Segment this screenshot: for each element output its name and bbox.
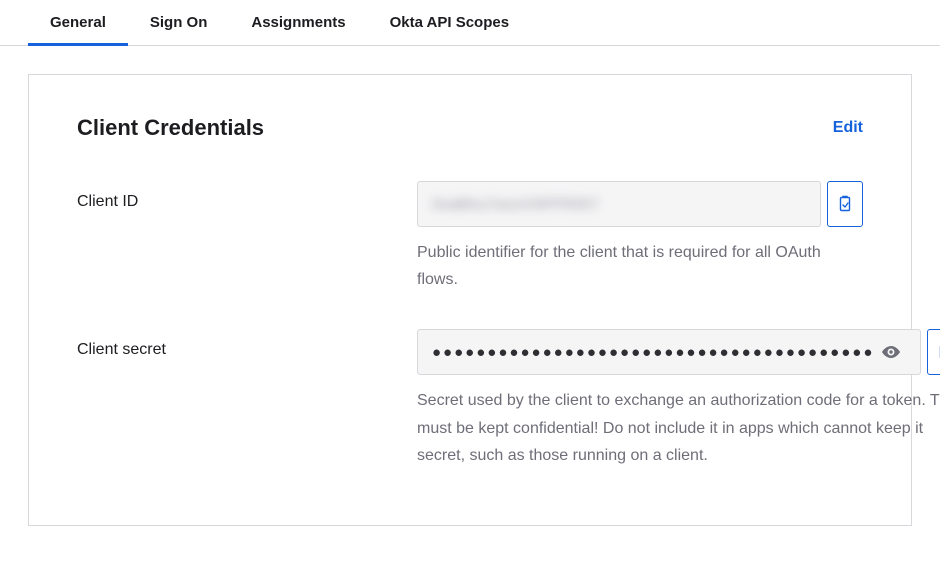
tab-general[interactable]: General [28,0,128,46]
panel-header: Client Credentials Edit [77,115,863,141]
panel-title: Client Credentials [77,115,264,141]
client-id-value: 0oaBlnu7wxoVNPPR0h7 [432,196,599,213]
client-id-copy-button[interactable] [827,181,863,227]
reveal-button[interactable] [874,346,906,358]
edit-button[interactable]: Edit [833,119,863,137]
client-secret-body: ●●●●●●●●●●●●●●●●●●●●●●●●●●●●●●●●●●●●●●●● [417,329,940,469]
client-credentials-panel: Client Credentials Edit Client ID 0oaBln… [28,74,912,526]
client-secret-label: Client secret [77,329,417,359]
client-id-row: Client ID 0oaBlnu7wxoVNPPR0h7 Public ide… [77,181,863,293]
tab-assignments[interactable]: Assignments [229,0,367,46]
client-id-label: Client ID [77,181,417,211]
tab-signon[interactable]: Sign On [128,0,230,46]
client-secret-help: Secret used by the client to exchange an… [417,387,940,469]
tabs-bar: General Sign On Assignments Okta API Sco… [0,0,940,46]
client-id-help: Public identifier for the client that is… [417,239,863,293]
client-id-input[interactable]: 0oaBlnu7wxoVNPPR0h7 [417,181,821,227]
eye-icon [882,346,900,358]
client-id-body: 0oaBlnu7wxoVNPPR0h7 Public identifier fo… [417,181,863,293]
clipboard-icon [837,195,853,213]
client-secret-row: Client secret ●●●●●●●●●●●●●●●●●●●●●●●●●●… [77,329,863,469]
tab-scopes[interactable]: Okta API Scopes [368,0,532,46]
client-secret-input[interactable]: ●●●●●●●●●●●●●●●●●●●●●●●●●●●●●●●●●●●●●●●● [417,329,921,375]
client-secret-copy-button[interactable] [927,329,940,375]
client-secret-value: ●●●●●●●●●●●●●●●●●●●●●●●●●●●●●●●●●●●●●●●● [432,344,874,361]
